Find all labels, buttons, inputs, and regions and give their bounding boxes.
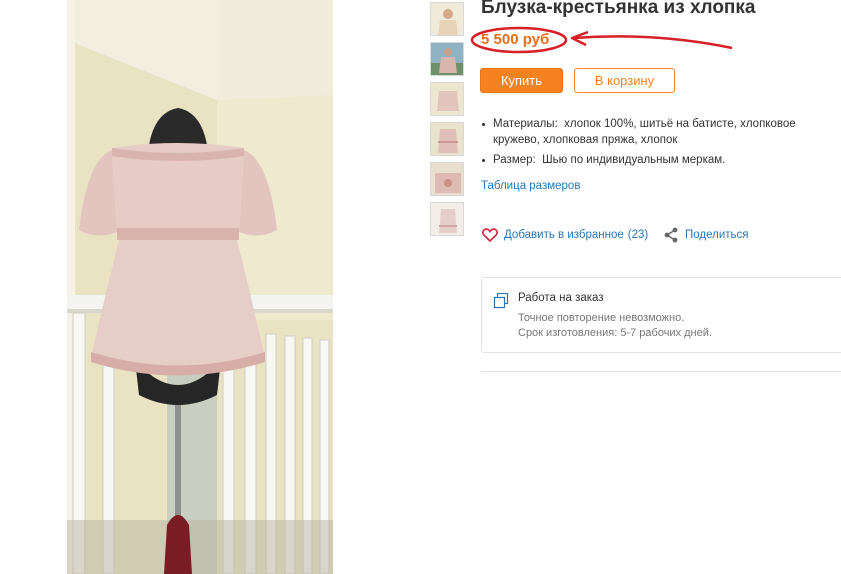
product-price: 5 500 руб <box>481 31 550 48</box>
property-materials: Материалы: хлопок 100%, шитьё на батисте… <box>481 116 841 148</box>
product-title: Блузка-крестьянка из хлопка <box>481 0 756 18</box>
made-to-order-note: Точное повторение невозможно. <box>518 312 685 324</box>
thumbnail-6-image <box>431 203 463 235</box>
thumbnail-5-image <box>431 163 463 195</box>
thumbnail-2-image <box>431 43 463 75</box>
thumbnail-4-image <box>431 123 463 155</box>
thumbnail-5[interactable] <box>430 162 464 196</box>
buy-button[interactable]: Купить <box>480 68 563 93</box>
share-icon <box>664 227 678 243</box>
main-product-photo[interactable] <box>67 0 333 574</box>
thumbnail-3-image <box>431 83 463 115</box>
made-to-order-title: Работа на заказ <box>518 292 604 304</box>
thumbnail-3[interactable] <box>430 82 464 116</box>
share-label: Поделиться <box>685 229 749 241</box>
copy-icon <box>493 293 509 309</box>
share-link[interactable]: Поделиться <box>663 227 749 243</box>
blouse-on-mannequin-image <box>67 0 333 574</box>
favorite-label: Добавить в избранное <box>504 229 624 241</box>
favorite-count: (23) <box>627 229 649 241</box>
add-to-cart-button[interactable]: В корзину <box>574 68 675 93</box>
thumbnail-6[interactable] <box>430 202 464 236</box>
property-size: Размер: Шью по индивидуальным меркам. <box>481 152 841 168</box>
size-table-link[interactable]: Таблица размеров <box>481 180 580 192</box>
thumbnail-4[interactable] <box>430 122 464 156</box>
property-label: Размер: <box>493 154 536 166</box>
property-value: Шью по индивидуальным меркам. <box>542 154 726 166</box>
thumbnail-1[interactable] <box>430 2 464 36</box>
thumbnail-2[interactable] <box>430 42 464 76</box>
section-divider <box>481 371 841 372</box>
thumbnail-1-image <box>431 3 463 35</box>
property-label: Материалы: <box>493 118 558 130</box>
product-properties-list: Материалы: хлопок 100%, шитьё на батисте… <box>481 116 841 172</box>
heart-icon <box>482 228 498 242</box>
production-time: Срок изготовления: 5-7 рабочих дней. <box>518 327 712 339</box>
add-to-favorites-link[interactable]: Добавить в избранное (23) <box>482 227 648 243</box>
